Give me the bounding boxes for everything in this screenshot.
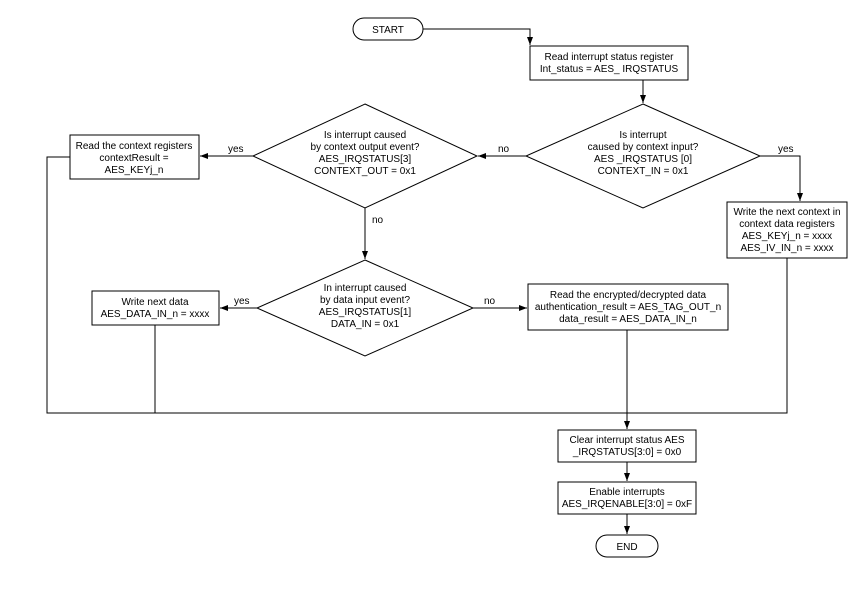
context-in-l3: AES _IRQSTATUS [0] (594, 154, 692, 165)
yes-label: yes (778, 144, 794, 155)
context-out-l4: CONTEXT_OUT = 0x1 (314, 166, 416, 177)
flowline (423, 29, 530, 45)
context-in-l4: CONTEXT_IN = 0x1 (598, 166, 689, 177)
yes-label-3: yes (234, 296, 250, 307)
context-in-l2: caused by context input? (588, 142, 699, 153)
read-data-l1: Read the encrypted/decrypted data (550, 290, 707, 301)
flowline (760, 156, 800, 201)
write-context-l2: context data registers (739, 219, 835, 230)
context-out-l2: by context output event? (311, 142, 420, 153)
write-context-l1: Write the next context in (733, 207, 840, 218)
read-data-l3: data_result = AES_DATA_IN_n (559, 314, 697, 325)
read-irq-l1: Read interrupt status register (545, 52, 675, 63)
read-context-l2: contextResult = (99, 153, 168, 164)
write-data-l2: AES_DATA_IN_n = xxxx (101, 309, 210, 320)
clear-irq-l2: _IRQSTATUS[3:0] = 0x0 (572, 447, 682, 458)
start-label: START (372, 25, 404, 36)
yes-label-2: yes (228, 144, 244, 155)
context-out-l3: AES_IRQSTATUS[3] (319, 154, 412, 165)
no-label-2: no (372, 215, 384, 226)
read-context-l1: Read the context registers (76, 141, 193, 152)
read-context-l3: AES_KEYj_n (105, 165, 164, 176)
end-label: END (616, 542, 637, 553)
no-label-3: no (484, 296, 496, 307)
flowchart-diagram: START Read interrupt status register Int… (0, 0, 850, 598)
context-in-l1: Is interrupt (619, 130, 666, 141)
write-context-l3: AES_KEYj_n = xxxx (742, 231, 832, 242)
data-in-l3: AES_IRQSTATUS[1] (319, 307, 412, 318)
flowline (627, 258, 787, 413)
clear-irq-l1: Clear interrupt status AES (569, 435, 684, 446)
enable-irq-l2: AES_IRQENABLE[3:0] = 0xF (562, 499, 692, 510)
context-out-l1: Is interrupt caused (324, 130, 406, 141)
enable-irq-l1: Enable interrupts (589, 487, 665, 498)
write-data-l1: Write next data (121, 297, 189, 308)
data-in-l1: In interrupt caused (324, 283, 407, 294)
no-label: no (498, 144, 510, 155)
write-context-l4: AES_IV_IN_n = xxxx (740, 243, 833, 254)
read-data-l2: authentication_result = AES_TAG_OUT_n (535, 302, 721, 313)
data-in-l4: DATA_IN = 0x1 (331, 319, 400, 330)
read-irq-l2: Int_status = AES_ IRQSTATUS (540, 64, 679, 75)
data-in-l2: by data input event? (320, 295, 411, 306)
